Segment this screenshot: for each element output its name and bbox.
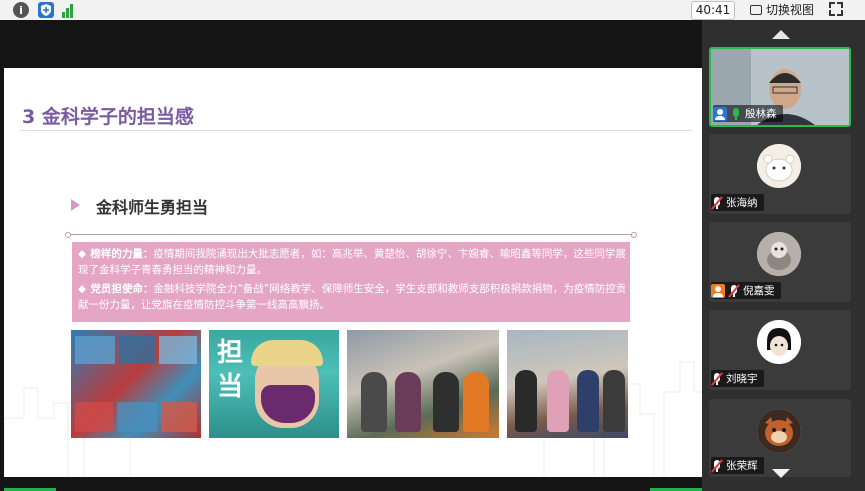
- mic-muted-icon: [711, 371, 723, 386]
- participant-name: 张海纳: [726, 197, 758, 209]
- switch-view-icon: [750, 5, 762, 15]
- slide-title: 3 金科学子的担当感: [22, 106, 194, 128]
- switch-view-button[interactable]: 切换视图: [750, 1, 814, 19]
- info-icon[interactable]: i: [13, 2, 29, 18]
- participant-name: 倪嘉雯: [743, 285, 775, 297]
- content-panel: ◆ 榜样的力量：疫情期间我院涌现出大批志愿者，如：高兆举、黄楚怡、胡徐宁、卞婉睿…: [72, 242, 630, 322]
- mic-muted-icon: [711, 458, 723, 473]
- bullet-text: 金融科技学院全力“备战”网络教学、保障师生安全，学生支部和教师支部积极捐款捐物，…: [78, 283, 627, 311]
- co-host-user-icon: [711, 283, 725, 298]
- network-signal-icon[interactable]: [62, 2, 76, 18]
- participant-name: 殷林森: [745, 108, 777, 120]
- diamond-bullet-icon: ◆: [78, 283, 87, 295]
- diamond-bullet-icon: ◆: [78, 248, 87, 260]
- participant-name-tag: 张海纳: [711, 194, 764, 211]
- avatar: [757, 409, 801, 453]
- participant-tile[interactable]: 张荣辉: [709, 399, 851, 477]
- participant-name-tag: 倪嘉雯: [711, 282, 781, 299]
- avatar: [757, 232, 801, 276]
- scroll-down-icon[interactable]: [772, 469, 790, 478]
- cap-shape: [251, 340, 323, 366]
- participant-tile-active[interactable]: 殷林森: [709, 47, 851, 127]
- photo-checkpoint-volunteers: [507, 330, 628, 438]
- participant-tile[interactable]: 刘晓宇: [709, 310, 851, 390]
- participants-sidebar: 殷林森 张海纳 倪嘉雯 刘晓宇 张荣辉: [702, 20, 865, 491]
- mic-muted-icon: [711, 195, 723, 210]
- participant-name-tag: 张荣辉: [711, 457, 764, 474]
- presentation-slide: 3 金科学子的担当感 金科师生勇担当 ◆ 榜样的力量：疫情期间我院涌现出大批志愿…: [4, 68, 702, 477]
- participant-name: 刘晓宇: [726, 373, 758, 385]
- participant-name-tag: 殷林森: [713, 105, 783, 122]
- photo-caption-char: 当: [217, 372, 244, 402]
- meeting-timer: 40:41: [691, 1, 735, 20]
- title-divider: [20, 130, 692, 131]
- bullet-role-models: ◆ 榜样的力量：疫情期间我院涌现出大批志愿者，如：高兆举、黄楚怡、胡徐宁、卞婉睿…: [78, 246, 628, 278]
- shield-icon[interactable]: [38, 2, 54, 18]
- bullet-label: 党员担使命：: [90, 283, 154, 295]
- photo-donation-handover: [347, 330, 499, 438]
- photo-caption-char: 担: [217, 338, 244, 368]
- participant-tile[interactable]: 倪嘉雯: [709, 222, 851, 302]
- bullet-party-mission: ◆ 党员担使命：金融科技学院全力“备战”网络教学、保障师生安全，学生支部和教师支…: [78, 281, 628, 313]
- switch-view-label: 切换视图: [766, 3, 815, 17]
- mic-muted-icon: [728, 283, 740, 298]
- triangle-bullet-icon: [71, 199, 80, 211]
- shared-screen: 3 金科学子的担当感 金科师生勇担当 ◆ 榜样的力量：疫情期间我院涌现出大批志愿…: [0, 20, 702, 491]
- bullet-label: 榜样的力量：: [90, 248, 154, 260]
- mic-on-icon: [730, 107, 742, 121]
- avatar: [757, 144, 801, 188]
- fullscreen-icon[interactable]: [829, 2, 843, 16]
- photo-volunteer-collage: [71, 330, 201, 438]
- bullet-text: 疫情期间我院涌现出大批志愿者，如：高兆举、黄楚怡、胡徐宁、卞婉睿、喻昭鑫等同学，…: [78, 248, 626, 276]
- host-user-icon: [713, 106, 727, 121]
- participant-name: 张荣辉: [726, 460, 758, 472]
- scroll-up-icon[interactable]: [772, 30, 790, 39]
- top-toolbar: i 40:41 切换视图: [0, 0, 865, 21]
- slide-subheading: 金科师生勇担当: [96, 198, 209, 217]
- avatar: [757, 320, 801, 364]
- participant-name-tag: 刘晓宇: [711, 370, 764, 387]
- participant-tile[interactable]: 张海纳: [709, 134, 851, 214]
- panel-divider: [65, 232, 637, 238]
- photo-student-portrait: 担 当: [209, 330, 339, 438]
